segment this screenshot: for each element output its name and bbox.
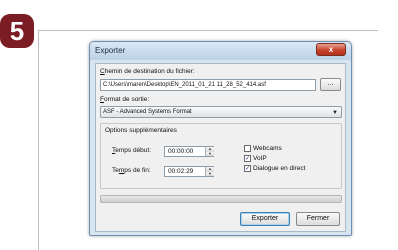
end-time-spinner[interactable]: ▲ ▼ [205, 167, 214, 176]
end-time-label-text: ps de fin: [124, 167, 151, 174]
voip-label: VoIP [253, 155, 267, 162]
start-time-spinner[interactable]: ▲ ▼ [205, 147, 214, 156]
divider-vertical [38, 30, 39, 250]
end-time-label: Temps de fin: [112, 167, 151, 174]
webcams-label: Webcams [253, 145, 282, 152]
format-label-text: ormat de sortie: [103, 96, 150, 103]
checkbox-icon[interactable] [244, 145, 251, 152]
live-dialogue-checkbox[interactable]: ✓ Dialogue en direct [244, 165, 305, 172]
close-icon[interactable]: x [316, 43, 346, 56]
destination-label: Chemin de destination du fichier: [100, 68, 195, 75]
additional-options-group: Options supplémentaires Temps début: 00:… [100, 123, 342, 189]
end-time-input[interactable]: 00:02:29 ▲ ▼ [164, 166, 214, 177]
end-time-value: 00:02:29 [168, 168, 194, 175]
step-number-badge: 5 [0, 14, 34, 48]
output-format-select[interactable]: ASF - Advanced Systems Format ▼ [100, 106, 342, 118]
output-format-value: ASF - Advanced Systems Format [103, 109, 192, 115]
checkbox-icon[interactable]: ✓ [244, 165, 251, 172]
chevron-down-icon: ▼ [332, 110, 338, 116]
browse-button[interactable]: ... [320, 78, 341, 91]
voip-checkbox[interactable]: ✓ VoIP [244, 155, 267, 162]
divider-horizontal [38, 30, 378, 31]
dialog-body: Chemin de destination du fichier: C:\Use… [95, 63, 346, 232]
close-button[interactable]: Fermer [296, 212, 340, 226]
start-time-input[interactable]: 00:00:00 ▲ ▼ [164, 146, 214, 157]
exporter-dialog: Exporter x Chemin de destination du fich… [89, 41, 352, 236]
start-time-label: Temps début: [112, 147, 151, 154]
tutorial-page: 5 Exporter x Chemin de destination du fi… [0, 0, 398, 250]
spin-down-icon[interactable]: ▼ [205, 171, 214, 176]
export-progress-bar [100, 195, 342, 203]
spin-down-icon[interactable]: ▼ [205, 151, 214, 156]
checkbox-icon[interactable]: ✓ [244, 155, 251, 162]
live-dialogue-label: Dialogue en direct [253, 165, 306, 172]
destination-path-input[interactable]: C:\Users\maren\Desktop\EN_2011_01_21 11_… [100, 79, 316, 91]
options-group-title: Options supplémentaires [105, 127, 177, 134]
start-time-label-text: emps début: [115, 147, 152, 154]
export-button[interactable]: Exporter [240, 212, 290, 226]
webcams-checkbox[interactable]: Webcams [244, 145, 282, 152]
dialog-title: Exporter [95, 46, 126, 55]
start-time-value: 00:00:00 [168, 148, 194, 155]
destination-label-text: hemin de destination du fichier: [104, 68, 195, 75]
dialog-titlebar[interactable]: Exporter x [90, 42, 351, 60]
format-label: Format de sortie: [100, 96, 149, 103]
